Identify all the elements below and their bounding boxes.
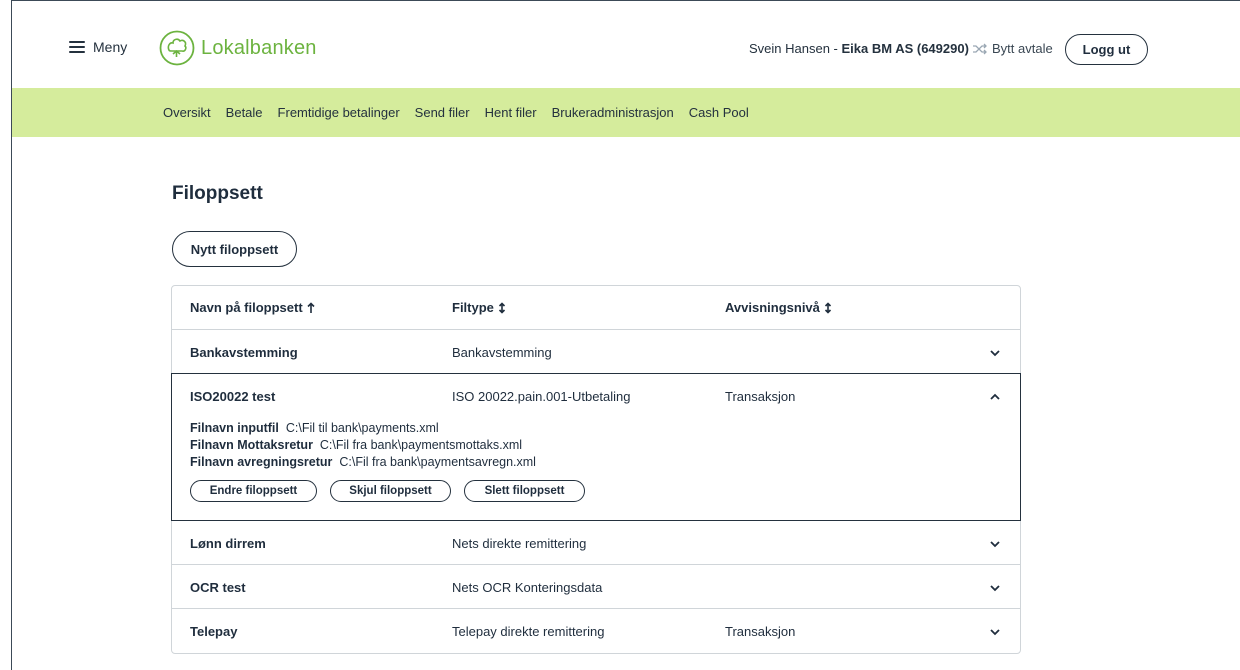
detail-actions: Endre filoppsett Skjul filoppsett Slett … (190, 480, 585, 502)
nav-item-fremtidige-betalinger[interactable]: Fremtidige betalinger (278, 105, 400, 120)
table-header: Navn på filoppsett Filtype Avvisningsniv… (172, 286, 1020, 330)
column-label-name: Navn på filoppsett (190, 300, 303, 315)
tree-logo-icon (159, 30, 195, 66)
file-setup-table: Navn på filoppsett Filtype Avvisningsniv… (171, 285, 1021, 654)
detail-input-file: Filnavn inputfil C:\Fil til bank\payment… (190, 420, 536, 437)
main-navigation: Oversikt Betale Fremtidige betalinger Se… (12, 88, 1240, 137)
row-filetype: Nets direkte remittering (452, 536, 587, 551)
row-name: Bankavstemming (190, 345, 298, 360)
user-name: Svein Hansen - (749, 41, 842, 56)
edit-file-setup-button[interactable]: Endre filoppsett (190, 480, 317, 502)
detail-value: C:\Fil fra bank\paymentsavregn.xml (339, 455, 536, 469)
hide-file-setup-button[interactable]: Skjul filoppsett (330, 480, 451, 502)
nav-item-cash-pool[interactable]: Cash Pool (689, 105, 749, 120)
chevron-down-icon[interactable] (988, 581, 1002, 595)
row-name: Telepay (190, 624, 238, 639)
logo-text: Lokalbanken (201, 36, 317, 59)
sort-both-icon (498, 301, 505, 314)
row-level: Transaksjon (725, 624, 796, 639)
menu-label: Meny (93, 39, 128, 55)
nav-item-brukeradministrasjon[interactable]: Brukeradministrasjon (552, 105, 674, 120)
switch-agreement-label: Bytt avtale (992, 41, 1053, 56)
nav-item-send-filer[interactable]: Send filer (415, 105, 470, 120)
chevron-up-icon[interactable] (988, 390, 1002, 404)
detail-label: Filnavn avregningsretur (190, 455, 333, 469)
bank-logo[interactable]: Lokalbanken (159, 30, 317, 66)
row-filetype: Nets OCR Konteringsdata (452, 580, 603, 595)
logout-button[interactable]: Logg ut (1065, 34, 1148, 65)
row-name: ISO20022 test (190, 389, 276, 404)
hamburger-icon (69, 41, 85, 53)
table-row[interactable]: Bankavstemming Bankavstemming (172, 330, 1020, 374)
agreement-name: Eika BM AS (649290) (841, 41, 969, 56)
switch-agreement-button[interactable]: Bytt avtale (972, 41, 1053, 56)
column-header-name[interactable]: Navn på filoppsett (190, 300, 315, 315)
menu-button[interactable]: Meny (69, 39, 127, 55)
column-label-filetype: Filtype (452, 300, 494, 315)
table-row[interactable]: Lønn dirrem Nets direkte remittering (172, 521, 1020, 565)
detail-value: C:\Fil til bank\payments.xml (285, 421, 439, 435)
chevron-down-icon[interactable] (988, 537, 1002, 551)
row-name: OCR test (190, 580, 246, 595)
row-level: Transaksjon (725, 389, 796, 404)
row-filetype: ISO 20022.pain.001-Utbetaling (452, 389, 631, 404)
file-setup-details: Filnavn inputfil C:\Fil til bank\payment… (190, 420, 536, 471)
page-title: Filoppsett (172, 183, 263, 204)
table-row[interactable]: OCR test Nets OCR Konteringsdata (172, 565, 1020, 609)
detail-settlement-file: Filnavn avregningsretur C:\Fil fra bank\… (190, 454, 536, 471)
nav-item-betale[interactable]: Betale (226, 105, 263, 120)
table-row-expanded[interactable]: ISO20022 test ISO 20022.pain.001-Utbetal… (171, 373, 1021, 521)
detail-value: C:\Fil fra bank\paymentsmottaks.xml (319, 438, 523, 452)
sort-both-icon (824, 301, 831, 314)
nav-item-hent-filer[interactable]: Hent filer (485, 105, 537, 120)
detail-receipt-file: Filnavn Mottaksretur C:\Fil fra bank\pay… (190, 437, 536, 454)
delete-file-setup-button[interactable]: Slett filoppsett (464, 480, 585, 502)
row-name: Lønn dirrem (190, 536, 266, 551)
column-label-rejection-level: Avvisningsnivå (725, 300, 820, 315)
app-window: Meny Lokalbanken Svein Hansen - Eika BM … (11, 0, 1240, 670)
row-filetype: Bankavstemming (452, 345, 552, 360)
nav-item-oversikt[interactable]: Oversikt (163, 105, 211, 120)
detail-label: Filnavn Mottaksretur (190, 438, 313, 452)
shuffle-icon (973, 43, 987, 54)
top-header: Meny Lokalbanken Svein Hansen - Eika BM … (12, 1, 1240, 87)
new-file-setup-button[interactable]: Nytt filoppsett (172, 231, 297, 267)
table-row[interactable]: Telepay Telepay direkte remittering Tran… (172, 609, 1020, 653)
row-filetype: Telepay direkte remittering (452, 624, 605, 639)
chevron-down-icon[interactable] (988, 625, 1002, 639)
detail-label: Filnavn inputfil (190, 421, 279, 435)
user-info: Svein Hansen - Eika BM AS (649290) (749, 41, 969, 56)
column-header-filetype[interactable]: Filtype (452, 300, 506, 315)
chevron-down-icon[interactable] (988, 346, 1002, 360)
column-header-rejection-level[interactable]: Avvisningsnivå (725, 300, 832, 315)
arrow-up-icon (307, 301, 315, 313)
